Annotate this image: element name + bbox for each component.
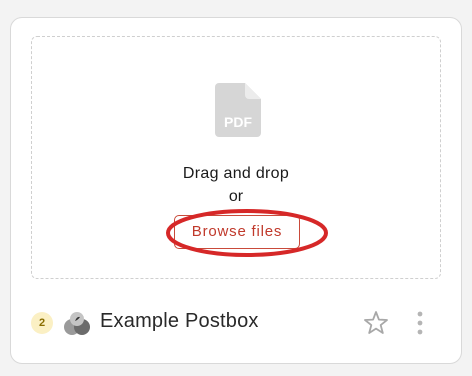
or-text: or: [228, 188, 244, 205]
vertical-dots-icon[interactable]: [413, 310, 427, 336]
pdf-file-label: PDF: [224, 114, 252, 130]
browse-files-button[interactable]: Browse files: [174, 215, 300, 249]
card-footer: 2 Example Postbox: [11, 305, 461, 341]
pdf-file-icon: PDF: [215, 83, 261, 137]
postbox-card: PDF Drag and drop or Browse files 2 Exam…: [10, 17, 462, 364]
file-dropzone[interactable]: PDF Drag and drop or Browse files: [31, 36, 441, 279]
postbox-name: Example Postbox: [100, 310, 259, 332]
drag-and-drop-text: Drag and drop: [182, 165, 290, 182]
count-badge: 2: [31, 312, 53, 334]
star-outline-icon[interactable]: [363, 310, 389, 336]
postbox-logo-icon: [64, 312, 90, 335]
